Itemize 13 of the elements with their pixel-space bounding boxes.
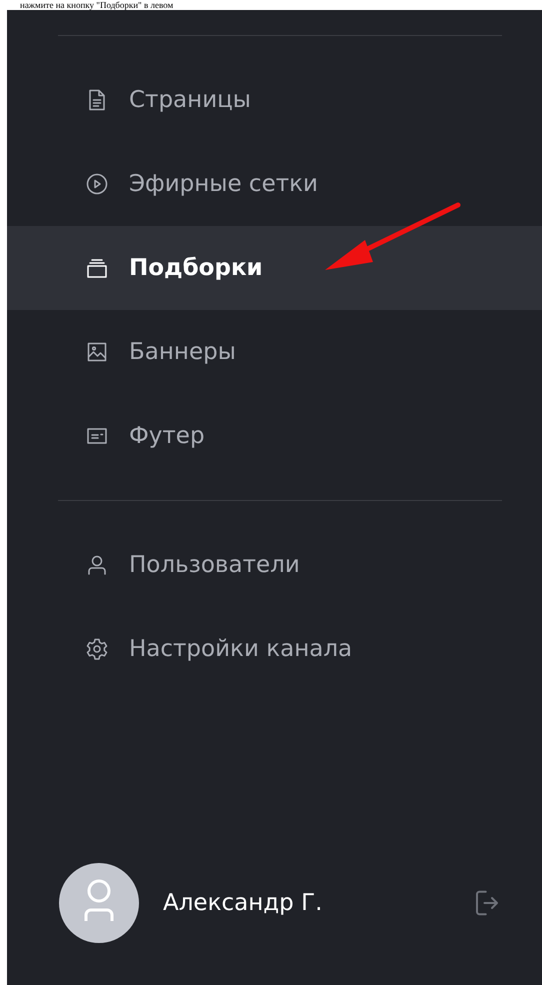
- avatar-icon: [59, 863, 139, 943]
- sidebar-item[interactable]: Футер: [7, 394, 542, 478]
- user-name: Александр Г.: [163, 890, 324, 916]
- caption-text: нажмите на кнопку "Подборки" в левом: [19, 0, 174, 10]
- sidebar-item[interactable]: Эфирные сетки: [7, 142, 542, 226]
- sidebar-item[interactable]: Настройки канала: [7, 607, 542, 691]
- settings-icon: [85, 637, 109, 661]
- play-icon: [85, 172, 109, 196]
- sidebar-item[interactable]: Подборки: [7, 226, 542, 310]
- image-icon: [85, 340, 109, 364]
- sidebar-item[interactable]: Пользователи: [7, 523, 542, 607]
- sidebar-item[interactable]: Баннеры: [7, 310, 542, 394]
- sidebar-item[interactable]: Страницы: [7, 58, 542, 142]
